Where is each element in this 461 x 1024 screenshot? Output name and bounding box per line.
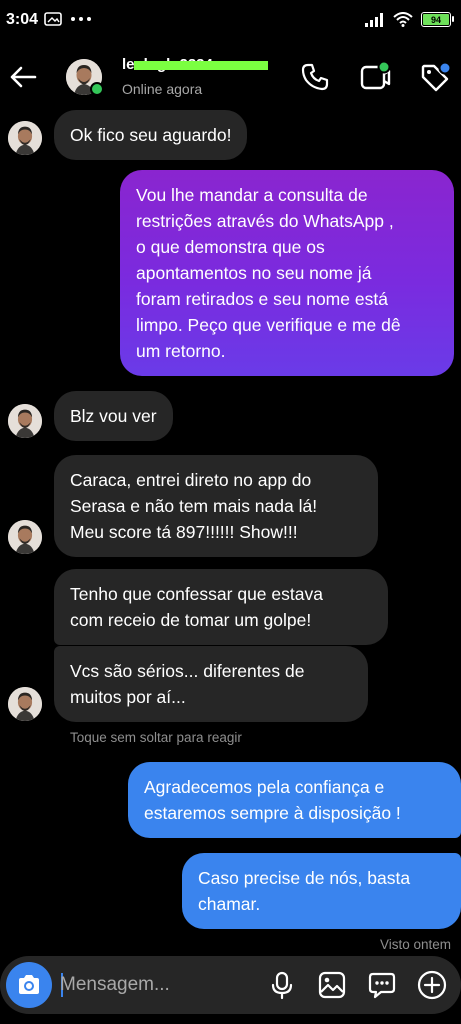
name-redaction-bar xyxy=(134,61,268,70)
seen-status: Visto ontem xyxy=(379,937,451,952)
back-button[interactable] xyxy=(6,60,40,94)
more-options-button[interactable] xyxy=(415,968,449,1002)
chat-header: leoh gh 2334 Online agora xyxy=(0,44,461,110)
gallery-button[interactable] xyxy=(315,968,349,1002)
more-dots-icon xyxy=(71,17,91,21)
contact-name-area[interactable]: leoh gh 2334 xyxy=(122,57,268,73)
incoming-message[interactable]: Blz vou ver xyxy=(54,391,173,441)
message-input[interactable] xyxy=(60,968,250,1002)
tag-button[interactable] xyxy=(418,60,452,94)
wifi-icon xyxy=(393,12,413,27)
gallery-icon xyxy=(318,971,346,999)
incoming-message[interactable]: Caraca, entrei direto no app do Serasa e… xyxy=(54,455,378,557)
contact-status: Online agora xyxy=(122,81,203,97)
status-bar: 3:04 94 xyxy=(0,0,461,44)
outgoing-message[interactable]: Agradecemos pela confiança e estaremos s… xyxy=(128,762,461,838)
battery-level: 94 xyxy=(423,14,449,25)
message-avatar[interactable] xyxy=(8,687,42,721)
voice-call-button[interactable] xyxy=(298,60,332,94)
battery-icon: 94 xyxy=(421,12,454,27)
sticker-icon xyxy=(368,972,396,999)
microphone-icon xyxy=(271,971,293,1000)
video-call-button[interactable] xyxy=(358,60,392,94)
outgoing-message[interactable]: Caso precise de nós, basta chamar. xyxy=(182,853,461,929)
voice-message-button[interactable] xyxy=(265,968,299,1002)
plus-icon xyxy=(417,970,447,1000)
photo-notification-icon xyxy=(44,12,62,26)
message-composer xyxy=(0,956,461,1014)
online-status-dot xyxy=(90,82,104,96)
video-call-icon xyxy=(360,60,391,90)
incoming-message[interactable]: Ok fico seu aguardo! xyxy=(54,110,248,160)
sticker-button[interactable] xyxy=(365,968,399,1002)
reaction-hint: Toque sem soltar para reagir xyxy=(70,730,242,745)
status-notification-icons xyxy=(44,12,92,26)
camera-button[interactable] xyxy=(6,962,52,1008)
tag-icon xyxy=(421,61,452,92)
incoming-message[interactable]: Tenho que confessar que estava com recei… xyxy=(54,569,388,645)
outgoing-message[interactable]: Vou lhe mandar a consulta de restrições … xyxy=(120,170,454,376)
status-time: 3:04 xyxy=(6,11,39,28)
message-avatar[interactable] xyxy=(8,121,42,155)
back-arrow-icon xyxy=(10,66,37,88)
signal-icon xyxy=(365,12,383,27)
camera-icon xyxy=(19,975,39,994)
phone-icon xyxy=(301,63,329,91)
message-avatar[interactable] xyxy=(8,404,42,438)
message-avatar[interactable] xyxy=(8,520,42,554)
status-system-icons: 94 xyxy=(365,12,454,27)
incoming-message[interactable]: Vcs são sérios... diferentes de muitos p… xyxy=(54,646,368,722)
